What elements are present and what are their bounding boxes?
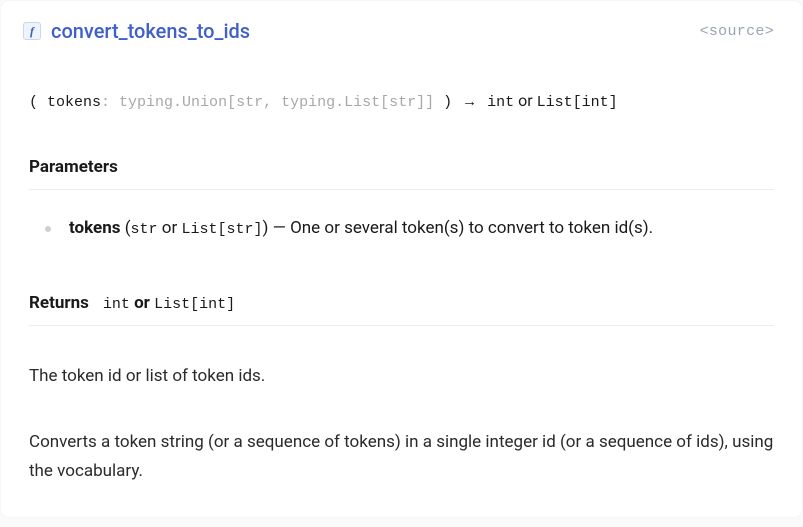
param-type-b: List[str] — [181, 221, 262, 238]
param-desc: One or several token(s) to convert to to… — [290, 218, 653, 238]
signature-close: ) — [434, 94, 452, 111]
param-type-or: or — [158, 218, 182, 238]
function-icon: f — [23, 22, 41, 40]
signature-param-name: tokens — [47, 94, 101, 111]
signature-return-b: List[int] — [537, 94, 618, 111]
param-dash: ) — — [262, 218, 290, 238]
returns-description: The token id or list of token ids. — [1, 326, 802, 392]
method-name-link[interactable]: convert_tokens_to_ids — [51, 19, 250, 43]
source-link[interactable]: <source> — [700, 23, 774, 40]
returns-type: int or List[int] — [103, 293, 235, 313]
param-name: tokens — [69, 218, 120, 238]
api-doc-card: f convert_tokens_to_ids <source> ( token… — [1, 1, 802, 517]
returns-type-or: or — [130, 293, 154, 313]
method-description: Converts a token string (or a sequence o… — [1, 392, 802, 488]
signature-arrow-icon: → — [461, 94, 478, 111]
method-header: f convert_tokens_to_ids <source> — [1, 9, 802, 51]
method-title-group: f convert_tokens_to_ids — [23, 19, 250, 43]
returns-row: Returns int or List[int] — [1, 253, 802, 323]
method-signature: ( tokens: typing.Union[str, typing.List[… — [1, 51, 802, 131]
returns-type-a: int — [103, 296, 130, 313]
signature-return-a: int — [487, 94, 514, 111]
signature-return-or: or — [514, 91, 536, 110]
signature-open: ( — [29, 94, 47, 111]
returns-type-b: List[int] — [154, 296, 235, 313]
parameters-heading: Parameters — [1, 131, 802, 187]
param-type-a: str — [131, 221, 158, 238]
returns-label: Returns — [29, 293, 89, 313]
parameter-item: tokens (str or List[str]) — One or sever… — [41, 214, 774, 243]
parameters-list: tokens (str or List[str]) — One or sever… — [1, 190, 802, 253]
signature-type-hint: typing.Union[str, typing.List[str]] — [119, 94, 434, 111]
signature-colon: : — [101, 94, 119, 111]
